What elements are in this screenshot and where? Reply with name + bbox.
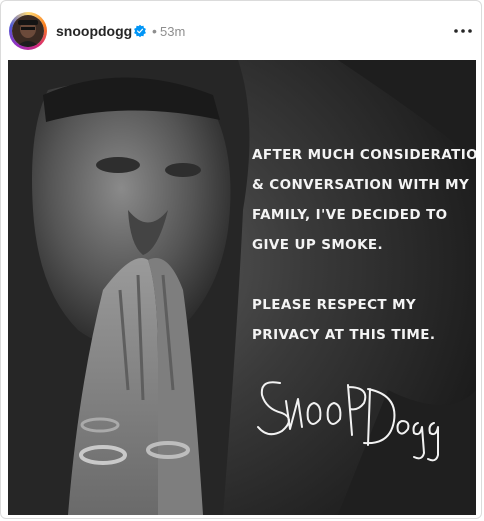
story-ring[interactable] [9,12,47,50]
username[interactable]: snoopdogg [56,23,132,39]
signature [257,381,439,462]
statement-line: FAMILY, I'VE DECIDED TO [252,207,448,223]
verified-badge-icon [134,24,146,38]
statement-line: AFTER MUCH CONSIDERATION [252,147,476,163]
avatar[interactable] [12,15,44,47]
statement-line: GIVE UP SMOKE. [252,237,384,253]
request-line: PRIVACY AT THIS TIME. [252,327,436,343]
more-horizontal-icon[interactable] [452,22,474,40]
post-image[interactable]: AFTER MUCH CONSIDERATION & CONVERSATION … [8,60,476,515]
post-header: snoopdogg • 53m [0,0,484,60]
statement-text: AFTER MUCH CONSIDERATION & CONVERSATION … [252,140,476,350]
timestamp[interactable]: 53m [160,24,185,40]
statement-line: & CONVERSATION WITH MY [252,177,470,193]
request-line: PLEASE RESPECT MY [252,297,417,313]
separator-dot: • [152,23,157,39]
